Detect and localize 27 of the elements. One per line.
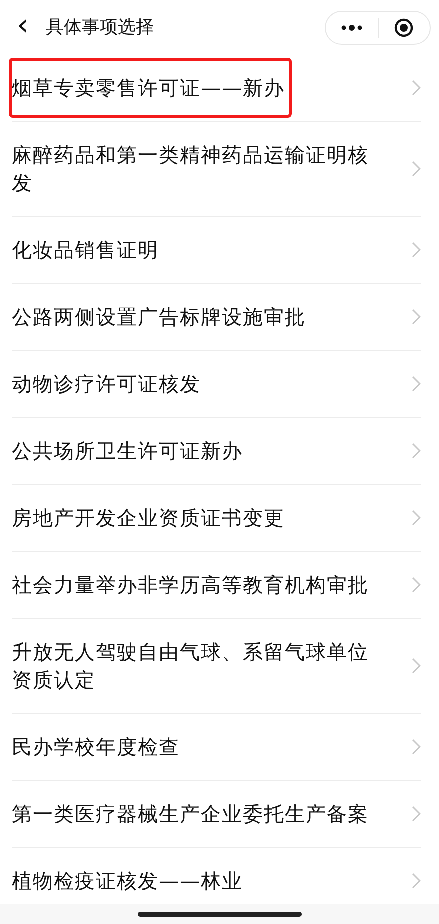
list-item[interactable]: 动物诊疗许可证核发: [12, 351, 421, 418]
page-title: 具体事项选择: [46, 16, 155, 40]
chevron-right-icon: [412, 309, 421, 325]
more-icon: [340, 24, 363, 30]
chevron-right-icon: [412, 577, 421, 593]
list-item[interactable]: 公路两侧设置广告标牌设施审批: [12, 284, 421, 351]
chevron-right-icon: [412, 80, 421, 96]
chevron-right-icon: [412, 739, 421, 755]
chevron-right-icon: [412, 510, 421, 526]
list-item[interactable]: 公共场所卫生许可证新办: [12, 418, 421, 485]
list-item[interactable]: 麻醉药品和第一类精神药品运输证明核发: [12, 122, 421, 217]
chevron-right-icon: [412, 658, 421, 674]
chevron-right-icon: [412, 443, 421, 459]
list-item[interactable]: 化妆品销售证明: [12, 217, 421, 284]
list-item[interactable]: 民办学校年度检查: [12, 714, 421, 781]
target-icon: [394, 18, 414, 38]
back-button[interactable]: ‹: [8, 10, 38, 44]
chevron-right-icon: [412, 873, 421, 889]
list-item[interactable]: 房地产开发企业资质证书变更: [12, 485, 421, 552]
list-item[interactable]: 社会力量举办非学历高等教育机构审批: [12, 552, 421, 619]
chevron-right-icon: [412, 806, 421, 822]
chevron-right-icon: [412, 376, 421, 392]
list-item[interactable]: 升放无人驾驶自由气球、系留气球单位资质认定: [12, 619, 421, 714]
list-item[interactable]: 烟草专卖零售许可证——新办: [12, 55, 421, 122]
chevron-right-icon: [412, 242, 421, 258]
list-item[interactable]: 第一类医疗器械生产企业委托生产备案: [12, 781, 421, 848]
chevron-right-icon: [412, 161, 421, 177]
